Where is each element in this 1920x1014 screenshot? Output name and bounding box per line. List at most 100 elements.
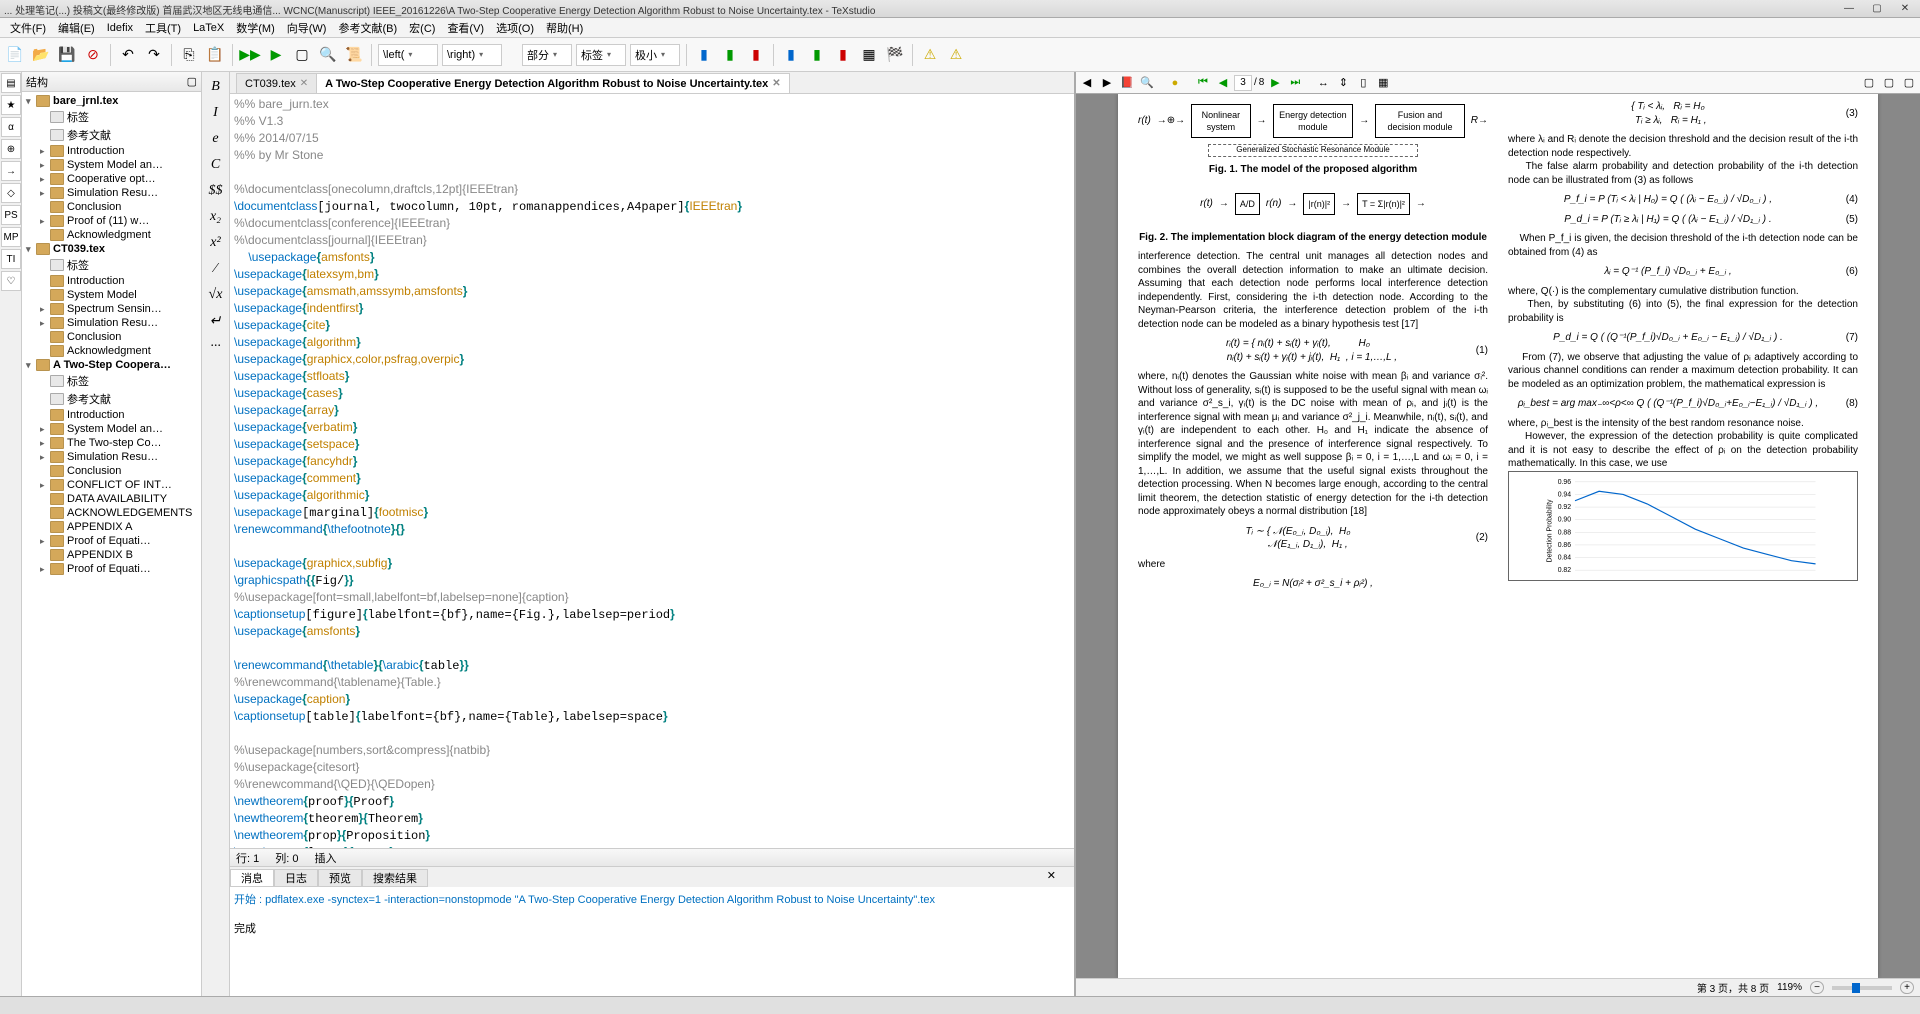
zoom-in-button[interactable]: + xyxy=(1900,981,1914,994)
menu-编辑(E)[interactable]: 编辑(E) xyxy=(52,20,101,36)
tree-item[interactable]: System Model xyxy=(22,288,201,302)
redo-button[interactable]: ↷ xyxy=(143,44,165,66)
favorites-button[interactable]: ♡ xyxy=(1,271,21,291)
tree-item[interactable]: ▸Cooperative opt… xyxy=(22,172,201,186)
pv-close-icon[interactable]: ▢ xyxy=(1880,74,1898,92)
tree-item[interactable]: ▸Proof of Equati… xyxy=(22,562,201,576)
right-delim-dropdown[interactable]: \right) xyxy=(442,44,502,66)
editor-tab[interactable]: CT039.tex✕ xyxy=(236,73,317,93)
fmt-I[interactable]: I xyxy=(205,102,227,124)
flag-icon[interactable]: 🏁 xyxy=(884,44,906,66)
tree-item[interactable]: 标签 xyxy=(22,108,201,126)
menu-帮助(H)[interactable]: 帮助(H) xyxy=(540,20,589,36)
pv-nav-back[interactable]: ◀ xyxy=(1078,74,1096,92)
window-close[interactable]: ✕ xyxy=(1892,0,1918,16)
tree-item[interactable]: ACKNOWLEDGEMENTS xyxy=(22,506,201,520)
fmt-√x[interactable]: √x xyxy=(205,284,227,306)
copy-button[interactable]: ⎘ xyxy=(178,44,200,66)
log-tab-预览[interactable]: 预览 xyxy=(318,869,362,887)
fmt-C[interactable]: C xyxy=(205,154,227,176)
tree-item[interactable]: ▸System Model an… xyxy=(22,158,201,172)
tree-item[interactable]: Conclusion xyxy=(22,464,201,478)
left-delim-dropdown[interactable]: \left( xyxy=(378,44,438,66)
structure-panel-close[interactable]: ▢ xyxy=(187,75,197,88)
undo-button[interactable]: ↶ xyxy=(117,44,139,66)
fmt-x²[interactable]: x² xyxy=(205,232,227,254)
tree-item[interactable]: DATA AVAILABILITY xyxy=(22,492,201,506)
save-button[interactable]: 💾 xyxy=(56,44,78,66)
tree-item[interactable]: ▸Simulation Resu… xyxy=(22,316,201,330)
metapost-button[interactable]: MP xyxy=(1,227,21,247)
col-sep-icon[interactable]: ▮ xyxy=(806,44,828,66)
tree-item[interactable]: ▸Proof of Equati… xyxy=(22,534,201,548)
stop-button[interactable]: ▢ xyxy=(291,44,313,66)
tree-item[interactable]: APPENDIX A xyxy=(22,520,201,534)
size-dropdown[interactable]: 极小 xyxy=(630,44,680,66)
section-dropdown[interactable]: 部分 xyxy=(522,44,572,66)
menu-工具(T)[interactable]: 工具(T) xyxy=(139,20,187,36)
tree-item[interactable]: ▾CT039.tex xyxy=(22,242,201,256)
menu-宏(C)[interactable]: 宏(C) xyxy=(403,20,441,36)
build-button[interactable]: ▶ xyxy=(265,44,287,66)
zoom-out-button[interactable]: − xyxy=(1810,981,1824,994)
tree-item[interactable]: Acknowledgment xyxy=(22,344,201,358)
structure-panel-button[interactable]: ▤ xyxy=(1,73,21,93)
pv-sync-icon[interactable]: ● xyxy=(1166,74,1184,92)
pv-page-input[interactable] xyxy=(1234,75,1252,91)
tree-item[interactable]: Introduction xyxy=(22,408,201,422)
align-center-icon[interactable]: ▮ xyxy=(719,44,741,66)
tree-item[interactable]: ▸Simulation Resu… xyxy=(22,186,201,200)
tree-item[interactable]: ▸Spectrum Sensin… xyxy=(22,302,201,316)
menu-数学(M)[interactable]: 数学(M) xyxy=(230,20,281,36)
menu-文件(F)[interactable]: 文件(F) xyxy=(4,20,52,36)
pv-fit-page[interactable]: ⇕ xyxy=(1334,74,1352,92)
menu-Idefix[interactable]: Idefix xyxy=(101,22,139,34)
view-pdf-button[interactable]: 🔍 xyxy=(317,44,339,66)
log-tab-消息[interactable]: 消息 xyxy=(230,869,274,887)
menu-LaTeX[interactable]: LaTeX xyxy=(187,22,230,34)
source-editor[interactable]: %% bare_jurn.tex %% V1.3 %% 2014/07/15 %… xyxy=(230,94,1074,848)
pv-continuous[interactable]: ▯ xyxy=(1354,74,1372,92)
menu-查看(V)[interactable]: 查看(V) xyxy=(441,20,490,36)
pv-book-icon[interactable]: 📕 xyxy=(1118,74,1136,92)
log-tab-日志[interactable]: 日志 xyxy=(274,869,318,887)
tree-item[interactable]: 标签 xyxy=(22,372,201,390)
warning-icon[interactable]: ⚠ xyxy=(919,44,941,66)
tree-item[interactable]: ▸System Model an… xyxy=(22,422,201,436)
symbols-misc-button[interactable]: ◇ xyxy=(1,183,21,203)
symbols-arrow-button[interactable]: → xyxy=(1,161,21,181)
pv-nav-fwd[interactable]: ▶ xyxy=(1098,74,1116,92)
row-icon[interactable]: ▮ xyxy=(832,44,854,66)
tree-item[interactable]: APPENDIX B xyxy=(22,548,201,562)
new-file-button[interactable]: 📄 xyxy=(4,44,26,66)
tree-item[interactable]: ▸Simulation Resu… xyxy=(22,450,201,464)
error-icon[interactable]: ⚠ xyxy=(945,44,967,66)
pstricks-button[interactable]: PS xyxy=(1,205,21,225)
tree-item[interactable]: Conclusion xyxy=(22,330,201,344)
tree-item[interactable]: 标签 xyxy=(22,256,201,274)
preview-body[interactable]: r(t)→⊕→ Nonlinear system→ Energy detecti… xyxy=(1076,94,1920,978)
fmt-B[interactable]: B xyxy=(205,76,227,98)
pv-detach-icon[interactable]: ▢ xyxy=(1900,74,1918,92)
tab-close-icon[interactable]: ✕ xyxy=(300,78,308,89)
tree-item[interactable]: 参考文献 xyxy=(22,390,201,408)
tree-item[interactable]: Introduction xyxy=(22,274,201,288)
tree-item[interactable]: ▾bare_jrnl.tex xyxy=(22,94,201,108)
log-close-icon[interactable]: ✕ xyxy=(1047,869,1056,882)
pv-first-page[interactable]: ⏮ xyxy=(1194,74,1212,92)
window-minimize[interactable]: — xyxy=(1836,0,1862,16)
fmt-$$[interactable]: $$ xyxy=(205,180,227,202)
symbols-operators-button[interactable]: ⊕ xyxy=(1,139,21,159)
pv-grid[interactable]: ▦ xyxy=(1374,74,1392,92)
fmt-x₂[interactable]: x₂ xyxy=(205,206,227,228)
tree-item[interactable]: ▸Introduction xyxy=(22,144,201,158)
pv-fit-width[interactable]: ↔ xyxy=(1314,74,1332,92)
menu-参考文献(B)[interactable]: 参考文献(B) xyxy=(332,20,403,36)
tree-item[interactable]: Conclusion xyxy=(22,200,201,214)
zoom-slider[interactable] xyxy=(1832,986,1892,990)
close-button[interactable]: ⊘ xyxy=(82,44,104,66)
pv-search-icon[interactable]: 🔍 xyxy=(1138,74,1156,92)
align-right-icon[interactable]: ▮ xyxy=(745,44,767,66)
pv-next-page[interactable]: ▶ xyxy=(1266,74,1284,92)
tree-item[interactable]: Acknowledgment xyxy=(22,228,201,242)
